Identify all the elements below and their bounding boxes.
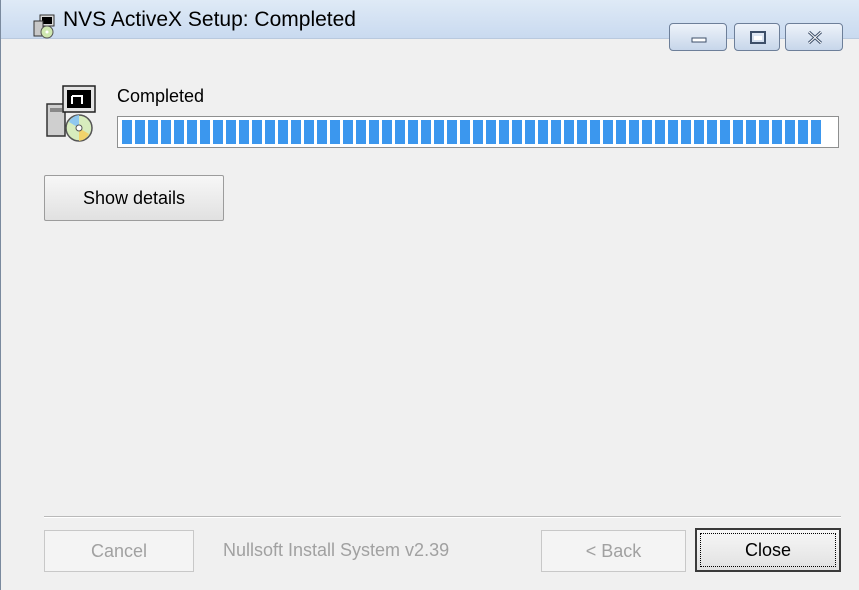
minimize-icon: [691, 37, 707, 43]
close-window-button[interactable]: [785, 23, 843, 51]
progress-segment: [746, 120, 756, 144]
title-bar[interactable]: NVS ActiveX Setup: Completed: [1, 0, 859, 51]
progress-segment: [616, 120, 626, 144]
progress-fill: [122, 120, 824, 144]
progress-segment: [239, 120, 249, 144]
status-label: Completed: [117, 86, 205, 106]
minimize-button[interactable]: [669, 23, 727, 51]
progress-segment: [317, 120, 327, 144]
progress-segment: [577, 120, 587, 144]
footer-divider: [44, 516, 841, 518]
progress-segment: [382, 120, 392, 144]
progress-segment: [603, 120, 613, 144]
close-button[interactable]: Close: [695, 528, 841, 572]
progress-segment: [525, 120, 535, 144]
progress-segment: [759, 120, 769, 144]
progress-segment: [486, 120, 496, 144]
progress-segment: [278, 120, 288, 144]
progress-segment: [226, 120, 236, 144]
progress-segment: [460, 120, 470, 144]
progress-segment: [564, 120, 574, 144]
progress-segment: [369, 120, 379, 144]
close-label: Close: [744, 540, 792, 560]
progress-segment: [447, 120, 457, 144]
progress-segment: [200, 120, 210, 144]
progress-segment: [499, 120, 509, 144]
close-icon: [807, 30, 823, 45]
progress-segment: [265, 120, 275, 144]
back-label: < Back: [585, 541, 642, 561]
progress-segment: [733, 120, 743, 144]
progress-segment: [772, 120, 782, 144]
progress-segment: [187, 120, 197, 144]
progress-segment: [590, 120, 600, 144]
progress-segment: [811, 120, 821, 144]
progress-segment: [538, 120, 548, 144]
progress-segment: [668, 120, 678, 144]
progress-segment: [473, 120, 483, 144]
progress-segment: [408, 120, 418, 144]
maximize-icon: [750, 31, 766, 44]
progress-segment: [148, 120, 158, 144]
progress-segment: [720, 120, 730, 144]
progress-segment: [434, 120, 444, 144]
progress-bar: [117, 116, 839, 148]
progress-segment: [343, 120, 353, 144]
installer-window: NVS ActiveX Setup: Completed Completed S…: [0, 0, 859, 590]
progress-segment: [356, 120, 366, 144]
progress-segment: [122, 120, 132, 144]
progress-segment: [330, 120, 340, 144]
progress-segment: [135, 120, 145, 144]
progress-segment: [291, 120, 301, 144]
show-details-button[interactable]: Show details: [44, 175, 224, 221]
branding-text: Nullsoft Install System v2.39: [223, 540, 450, 560]
progress-segment: [694, 120, 704, 144]
progress-segment: [642, 120, 652, 144]
setup-package-icon: [46, 85, 96, 142]
progress-segment: [512, 120, 522, 144]
progress-segment: [304, 120, 314, 144]
progress-segment: [785, 120, 795, 144]
progress-segment: [174, 120, 184, 144]
progress-segment: [707, 120, 717, 144]
progress-segment: [681, 120, 691, 144]
progress-segment: [395, 120, 405, 144]
progress-segment: [629, 120, 639, 144]
installer-icon: [33, 14, 55, 39]
maximize-button[interactable]: [734, 23, 780, 51]
window-title: NVS ActiveX Setup: Completed: [63, 8, 356, 31]
progress-segment: [213, 120, 223, 144]
show-details-label: Show details: [82, 188, 186, 208]
progress-segment: [551, 120, 561, 144]
cancel-label: Cancel: [90, 541, 148, 561]
progress-segment: [655, 120, 665, 144]
back-button[interactable]: < Back: [541, 530, 686, 572]
progress-segment: [421, 120, 431, 144]
cancel-button[interactable]: Cancel: [44, 530, 194, 572]
progress-segment: [798, 120, 808, 144]
progress-segment: [252, 120, 262, 144]
progress-segment: [161, 120, 171, 144]
